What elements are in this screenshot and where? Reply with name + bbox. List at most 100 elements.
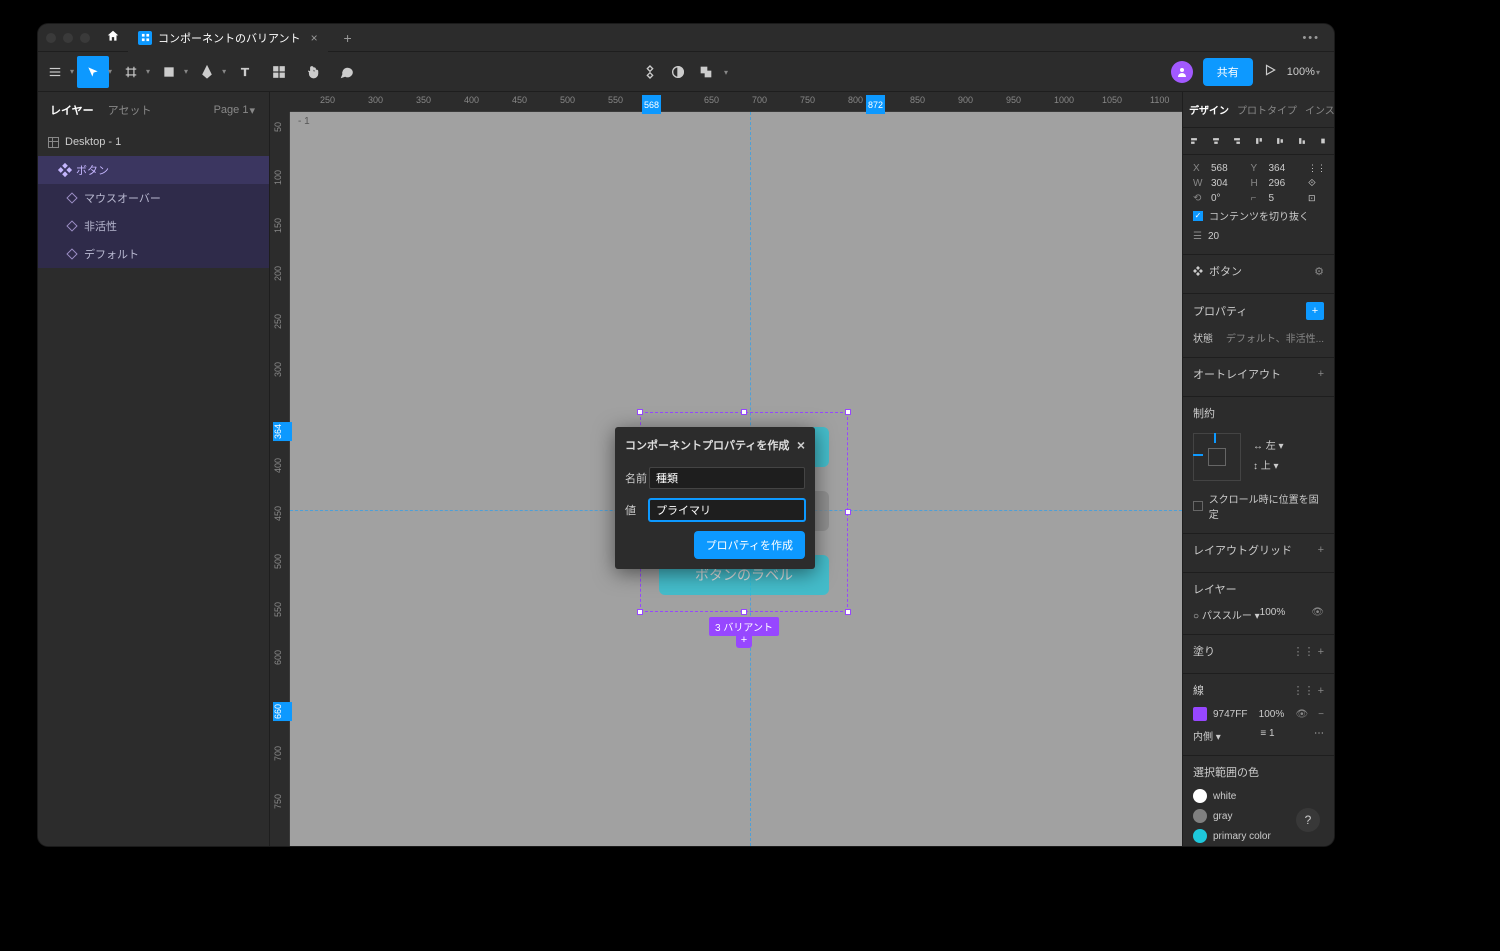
stroke-width[interactable]: 1 xyxy=(1269,728,1275,739)
add-icon[interactable]: + xyxy=(1318,368,1324,380)
color-swatch[interactable] xyxy=(1193,809,1207,823)
distribute-icon[interactable] xyxy=(1316,134,1330,148)
comment-tool[interactable] xyxy=(331,56,363,88)
settings-icon[interactable]: ⚙ xyxy=(1314,265,1324,278)
name-input[interactable] xyxy=(649,467,805,489)
add-icon[interactable]: + xyxy=(1318,685,1324,697)
stroke-side[interactable]: 内側 ▾ xyxy=(1193,728,1221,743)
right-panel-tabs: デザイン プロトタイプ インスペクト xyxy=(1183,92,1334,128)
resources-tool[interactable] xyxy=(263,56,295,88)
align-hcenter-icon[interactable] xyxy=(1209,134,1223,148)
traffic-lights[interactable] xyxy=(46,33,90,43)
constrain-icon[interactable]: ⟐ xyxy=(1308,178,1324,189)
share-button[interactable]: 共有 xyxy=(1203,58,1253,86)
align-left-icon[interactable] xyxy=(1187,134,1201,148)
text-tool[interactable] xyxy=(229,56,261,88)
chevron-down-icon[interactable]: ▾ xyxy=(222,67,226,76)
window-menu-icon[interactable]: ••• xyxy=(1302,32,1326,44)
color-swatch[interactable] xyxy=(1193,789,1207,803)
component-icon[interactable] xyxy=(642,64,658,80)
rotation-value[interactable]: 0° xyxy=(1211,193,1245,204)
frame-tool[interactable] xyxy=(115,56,147,88)
layer-component[interactable]: ボタン xyxy=(38,156,269,184)
constraint-widget[interactable] xyxy=(1193,433,1241,481)
tab-assets[interactable]: アセット xyxy=(108,102,152,118)
variant-icon xyxy=(66,248,77,259)
figma-menu[interactable] xyxy=(39,56,71,88)
layer-variant[interactable]: マウスオーバー xyxy=(38,184,269,212)
layer-opacity[interactable]: 100% xyxy=(1260,607,1286,622)
tab-design[interactable]: デザイン xyxy=(1189,102,1229,117)
independent-corners-icon[interactable]: ⊡ xyxy=(1308,193,1324,204)
add-variant-button[interactable]: + xyxy=(736,632,752,648)
play-icon[interactable] xyxy=(1263,63,1277,80)
chevron-down-icon[interactable]: ▾ xyxy=(108,67,112,76)
corner-value[interactable]: 5 xyxy=(1269,193,1303,204)
canvas[interactable]: 250 300 350 400 450 500 550 568 650 700 … xyxy=(270,92,1182,846)
align-right-icon[interactable] xyxy=(1230,134,1244,148)
scroll-fix-checkbox[interactable]: スクロール時に位置を固定 xyxy=(1193,487,1324,525)
remove-icon[interactable]: − xyxy=(1318,709,1324,720)
tab-prototype[interactable]: プロトタイプ xyxy=(1237,102,1297,117)
value-input[interactable] xyxy=(649,499,805,521)
ruler-vertical: 50 100 150 200 250 300 364 400 450 500 5… xyxy=(270,112,290,846)
mask-icon[interactable] xyxy=(670,64,686,80)
gap-value[interactable]: 20 xyxy=(1208,231,1219,242)
file-icon xyxy=(138,31,152,45)
autolayout-section: オートレイアウト+ xyxy=(1183,358,1334,397)
file-tab[interactable]: コンポーネントのバリアント × xyxy=(128,24,328,52)
add-icon[interactable]: + xyxy=(1318,544,1324,556)
toolbar: ▾ ▾ ▾ ▾ ▾ ▾ xyxy=(38,52,1334,92)
zoom-level[interactable]: 100% ▾ xyxy=(1287,66,1322,78)
close-icon[interactable]: × xyxy=(797,437,805,453)
stroke-settings-icon[interactable]: ⋯ xyxy=(1314,728,1324,743)
tab-layers[interactable]: レイヤー xyxy=(50,102,94,118)
add-icon[interactable]: + xyxy=(1318,646,1324,658)
add-property-button[interactable]: + xyxy=(1306,302,1324,320)
toolbar-right: 共有 100% ▾ xyxy=(1171,58,1334,86)
chevron-down-icon[interactable]: ▾ xyxy=(146,67,150,76)
align-vcenter-icon[interactable] xyxy=(1273,134,1287,148)
new-tab-button[interactable]: + xyxy=(336,30,360,46)
x-value[interactable]: 568 xyxy=(1211,163,1245,174)
pen-tool[interactable] xyxy=(191,56,223,88)
w-value[interactable]: 304 xyxy=(1211,178,1245,189)
chevron-down-icon[interactable]: ▾ xyxy=(184,67,188,76)
align-top-icon[interactable] xyxy=(1252,134,1266,148)
shape-tool[interactable] xyxy=(153,56,185,88)
prop-value: デフォルト、非活性... xyxy=(1226,330,1324,345)
chevron-down-icon[interactable]: ▾ xyxy=(724,68,728,80)
layer-frame[interactable]: Desktop - 1 xyxy=(38,128,269,156)
layer-variant[interactable]: 非活性 xyxy=(38,212,269,240)
home-icon[interactable] xyxy=(106,29,120,46)
blend-mode[interactable]: ○ パススルー ▾ xyxy=(1193,607,1260,622)
align-bottom-icon[interactable] xyxy=(1295,134,1309,148)
color-swatch[interactable] xyxy=(1193,829,1207,843)
constraint-h[interactable]: ↔ 左 ▾ xyxy=(1253,437,1284,457)
chevron-down-icon[interactable]: ▾ xyxy=(70,67,74,76)
create-property-button[interactable]: プロパティを作成 xyxy=(694,531,805,559)
left-panel-tabs: レイヤー アセット Page 1▾ xyxy=(38,92,269,128)
y-value[interactable]: 364 xyxy=(1269,163,1303,174)
close-icon[interactable]: × xyxy=(311,31,318,45)
styles-icon[interactable]: ⋮⋮ xyxy=(1293,646,1315,658)
clip-content-checkbox[interactable]: ✓コンテンツを切り抜く xyxy=(1193,204,1324,227)
align-to-pixel-icon[interactable]: ⋮⋮ xyxy=(1308,163,1324,174)
visibility-icon[interactable]: 👁 xyxy=(1311,607,1324,622)
help-button[interactable]: ? xyxy=(1296,808,1320,832)
frame-label[interactable]: - 1 xyxy=(298,116,310,127)
color-swatch[interactable] xyxy=(1193,707,1207,721)
visibility-icon[interactable]: 👁 xyxy=(1295,709,1308,720)
move-tool[interactable] xyxy=(77,56,109,88)
constraint-v[interactable]: ↕ 上 ▾ xyxy=(1253,457,1284,477)
styles-icon[interactable]: ⋮⋮ xyxy=(1293,685,1315,697)
layer-variant[interactable]: デフォルト xyxy=(38,240,269,268)
prop-name[interactable]: 状態 xyxy=(1193,330,1213,345)
tab-inspect[interactable]: インスペクト xyxy=(1305,102,1334,117)
hand-tool[interactable] xyxy=(297,56,329,88)
h-value[interactable]: 296 xyxy=(1269,178,1303,189)
fill-section: 塗り⋮⋮ + xyxy=(1183,635,1334,674)
boolean-icon[interactable] xyxy=(698,64,714,80)
page-selector[interactable]: Page 1▾ xyxy=(214,104,257,117)
avatar[interactable] xyxy=(1171,61,1193,83)
